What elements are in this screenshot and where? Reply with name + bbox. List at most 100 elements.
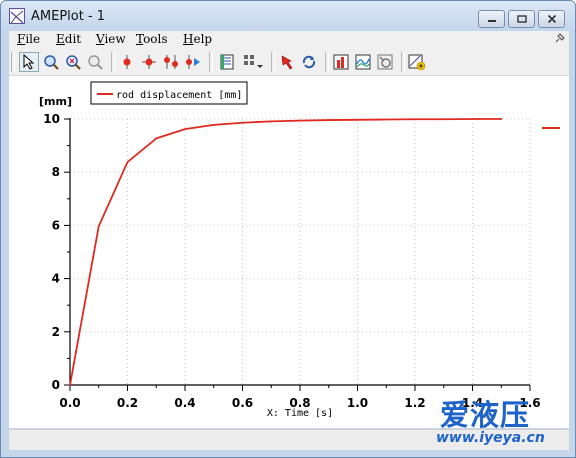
wave-chart-icon (355, 54, 371, 70)
menu-edit-label: dit (64, 32, 82, 46)
plot-properties-icon (220, 54, 234, 70)
cursor-marker-icon (123, 55, 131, 69)
maximize-icon (516, 15, 527, 23)
zoom-out-icon (88, 55, 103, 70)
x-tick-label: 0.4 (174, 396, 195, 410)
close-button[interactable] (538, 10, 565, 28)
ameplot-window: AMEPlot - 1 File Edit View Tools Help 0 … (0, 0, 576, 458)
x-tick-label: 1.0 (347, 396, 368, 410)
data-point (299, 119, 301, 122)
menu-bar: File Edit View Tools Help (9, 31, 569, 48)
x-axis-label: X: Time [s] (267, 408, 333, 419)
arrow-pointer-icon (23, 54, 35, 70)
y-tick-label: 0 (52, 378, 60, 392)
data-point (471, 118, 474, 120)
y-tick-label: 2 (52, 325, 60, 339)
menu-help-mnemonic: H (183, 32, 194, 46)
title-bar[interactable]: AMEPlot - 1 (1, 1, 575, 31)
menu-edit-mnemonic: E (56, 32, 65, 46)
plot-properties-button[interactable] (217, 52, 237, 72)
data-point (69, 384, 71, 386)
toolbar-separator (325, 52, 329, 72)
chart-tools-button[interactable] (375, 52, 395, 72)
app-icon (9, 8, 25, 24)
chart-tools-icon (377, 54, 393, 70)
refresh-link-button[interactable] (299, 52, 319, 72)
menu-file[interactable]: File (17, 32, 40, 46)
y-tick-label: 6 (52, 218, 60, 232)
data-point (270, 120, 273, 123)
y-tick-label: 4 (52, 272, 60, 286)
window-title: AMEPlot - 1 (31, 9, 106, 24)
cursor-pair-button[interactable] (161, 52, 181, 72)
data-point (442, 118, 445, 121)
select-pointer-button[interactable] (19, 52, 39, 72)
minimize-icon (487, 20, 496, 22)
y-axis-label: [mm] (39, 95, 72, 108)
zoom-out-button[interactable] (85, 52, 105, 72)
cursor-play-icon (186, 55, 200, 69)
data-point (385, 118, 388, 121)
x-tick-label: 0.0 (59, 396, 80, 410)
watermark: 爱液压 www.iyeya.cn (436, 392, 576, 456)
watermark-chinese: 爱液压 (440, 398, 531, 432)
menu-help-label: elp (193, 32, 213, 46)
data-point (414, 118, 416, 121)
double-cursor-icon (164, 55, 178, 69)
data-point (184, 128, 186, 131)
zoom-in-icon (44, 55, 59, 70)
pin-icon[interactable] (554, 33, 565, 44)
line-chart[interactable]: 02468100.0 0.2 0.4 0.6 0.8 1.0 1.2 1.4 1.6[mm]X:… (9, 76, 569, 428)
zoom-in-button[interactable] (41, 52, 61, 72)
menu-file-label: ile (25, 32, 41, 46)
y-tick-label: 8 (52, 165, 60, 179)
toolbar-separator (271, 52, 275, 72)
bar-chart-icon (333, 54, 349, 70)
toolbar (9, 48, 569, 76)
close-icon (547, 14, 556, 24)
grid-layout-icon (244, 55, 263, 68)
toolbar-separator (11, 52, 15, 72)
data-point (241, 121, 244, 124)
maximize-button[interactable] (508, 10, 535, 28)
data-point (500, 118, 503, 120)
marker-pin-button[interactable] (277, 52, 297, 72)
y-tick-label: 10 (43, 112, 60, 126)
x-tick-label: 0.2 (117, 396, 138, 410)
grid-layout-button[interactable] (243, 52, 263, 72)
add-plot-icon (408, 54, 426, 70)
series-line (69, 118, 502, 386)
menu-view[interactable]: View (96, 32, 126, 46)
cursor-cross-button[interactable] (139, 52, 159, 72)
cursor-play-button[interactable] (183, 52, 203, 72)
watermark-url: www.iyeya.cn (436, 430, 545, 446)
marker-pin-icon (281, 55, 293, 70)
toolbar-separator (401, 52, 405, 72)
minimize-button[interactable] (478, 10, 505, 28)
data-point (97, 225, 100, 228)
chart-wave-button[interactable] (353, 52, 373, 72)
x-tick-label: 1.2 (404, 396, 425, 410)
zoom-fit-icon (66, 55, 81, 70)
export-add-button[interactable] (407, 52, 427, 72)
menu-view-label: iew (104, 32, 126, 46)
zoom-fit-button[interactable] (63, 52, 83, 72)
refresh-link-icon (302, 55, 316, 69)
data-point (212, 123, 215, 126)
chart-red-button[interactable] (331, 52, 351, 72)
x-tick-label: 0.6 (232, 396, 253, 410)
menu-help[interactable]: Help (183, 32, 212, 46)
menu-tools[interactable]: Tools (136, 32, 168, 46)
menu-tools-label: ools (143, 32, 168, 46)
cursor-red-button[interactable] (117, 52, 137, 72)
toolbar-separator (111, 52, 115, 72)
legend-label: rod displacement [mm] (116, 90, 242, 101)
data-point (327, 119, 330, 121)
menu-edit[interactable]: Edit (56, 32, 81, 46)
data-point (356, 118, 359, 121)
toolbar-separator (209, 52, 213, 72)
data-point (155, 137, 158, 140)
data-point (126, 161, 129, 163)
plot-area[interactable]: 0 2 4 6 8 10 0.0 0.2 0.4 0.6 0.8 1.0 1.2 1.4 1.6 [mm] X:… (9, 76, 569, 428)
crosshair-marker-icon (142, 55, 156, 69)
